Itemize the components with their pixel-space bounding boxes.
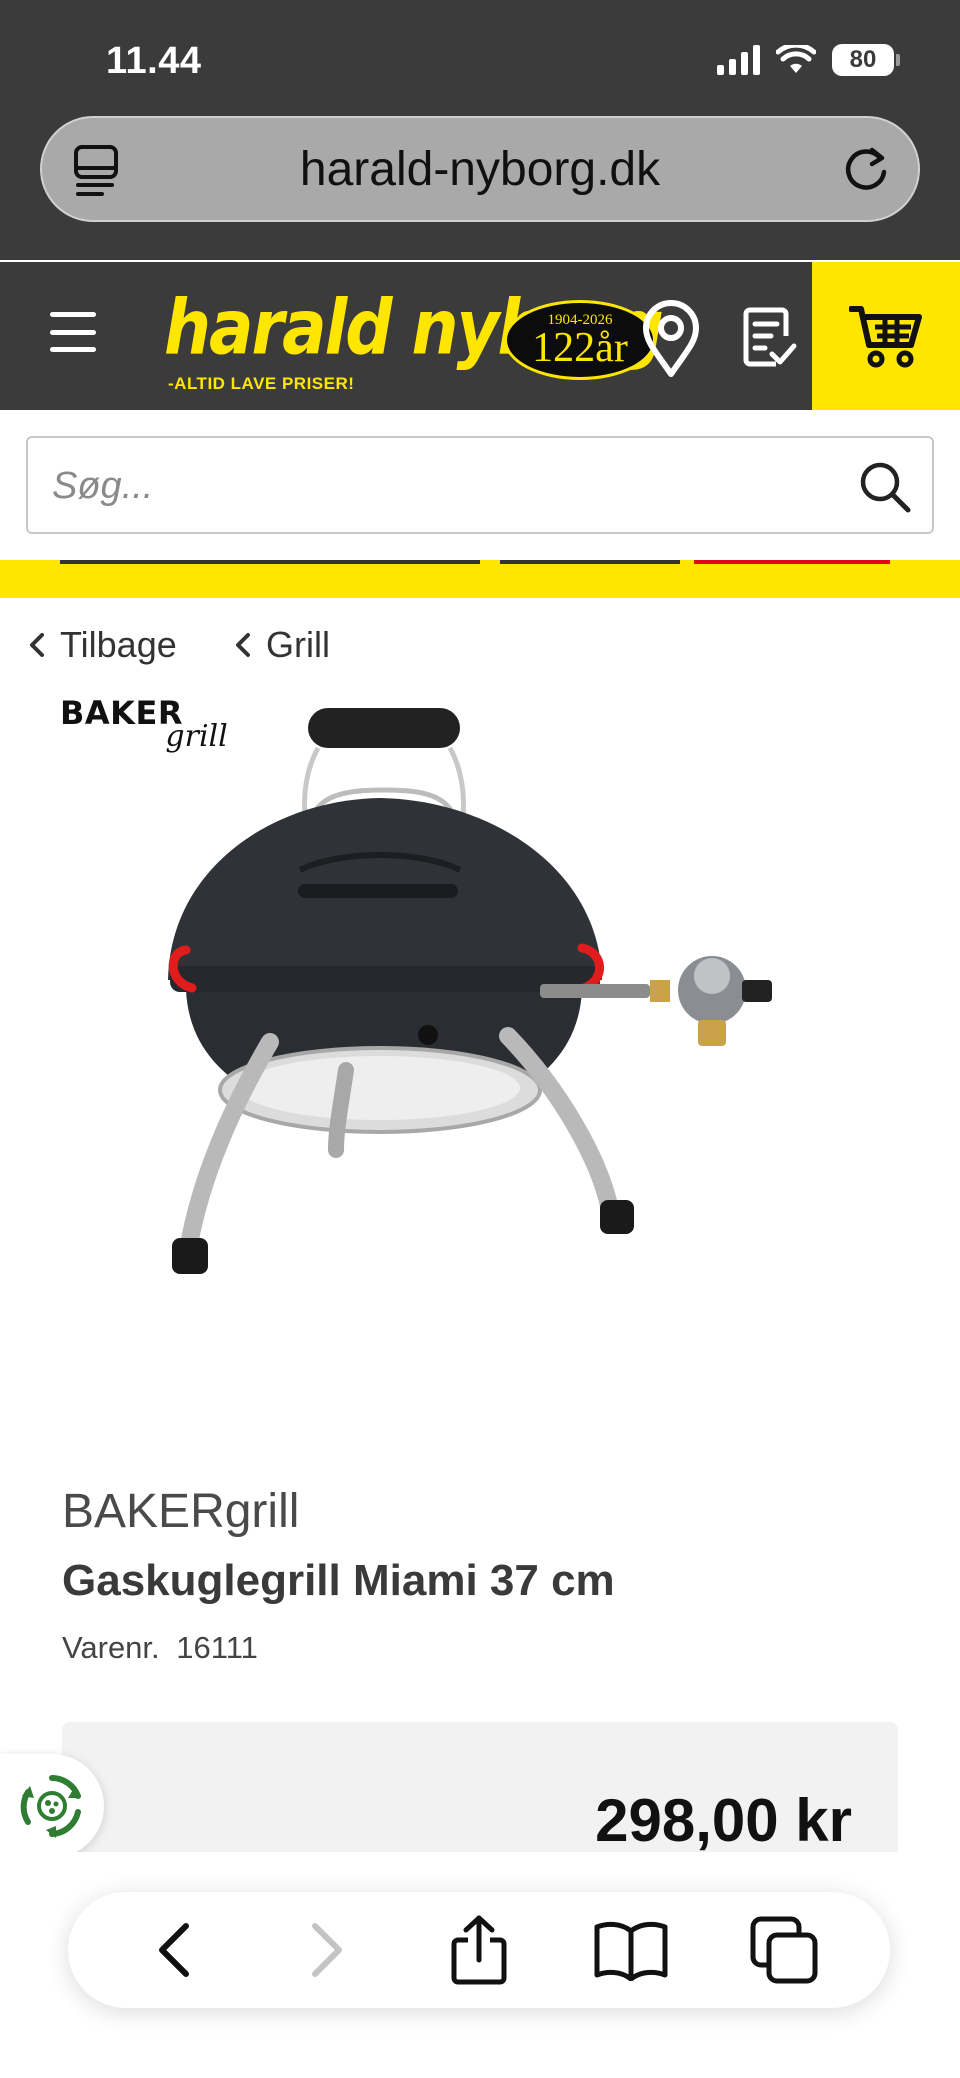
address-bar[interactable]: harald-nyborg.dk <box>40 116 920 222</box>
bookmarks-button[interactable] <box>586 1905 676 1995</box>
chevron-left-icon <box>30 633 44 657</box>
back-link[interactable]: Tilbage <box>28 624 177 666</box>
product-sku: Varenr. 16111 <box>62 1630 258 1666</box>
page-menu-icon[interactable] <box>72 144 124 198</box>
checklist-icon[interactable] <box>740 306 798 370</box>
reload-icon[interactable] <box>838 142 894 198</box>
location-pin-icon[interactable] <box>638 300 704 378</box>
cellular-signal-icon <box>717 45 760 75</box>
forward-icon <box>311 1923 342 1977</box>
menu-icon[interactable] <box>50 312 96 352</box>
site-header: harald nyborg -ALTID LAVE PRISER! 1904-2… <box>0 262 960 410</box>
sku-value: 16111 <box>176 1630 258 1665</box>
url-text: harald-nyborg.dk <box>299 142 661 196</box>
status-icons: 80 <box>717 44 900 76</box>
chevron-left-icon <box>236 633 250 657</box>
category-label: Grill <box>266 624 330 665</box>
product-title: Gaskuglegrill Miami 37 cm <box>62 1556 615 1605</box>
anniversary-number: 122år <box>532 324 628 371</box>
cart-button[interactable] <box>812 262 960 410</box>
anniversary-badge: 1904-2026 122år <box>504 300 656 380</box>
back-icon <box>159 1923 190 1977</box>
recycle-widget[interactable] <box>0 1754 104 1858</box>
browser-chrome: 11.44 80 harald-nyborg.dk <box>0 0 960 260</box>
bookmarks-icon <box>594 1921 668 1981</box>
browser-toolbar <box>68 1892 890 2008</box>
recycle-icon <box>20 1775 81 1838</box>
product-brand[interactable]: BAKERgrill <box>62 1484 299 1539</box>
product-price: 298,00 kr <box>595 1787 852 1854</box>
battery-icon: 80 <box>832 44 900 76</box>
cart-icon <box>849 306 922 368</box>
tabs-icon <box>750 1916 818 1984</box>
battery-level: 80 <box>832 44 894 76</box>
search-icon[interactable] <box>858 460 912 514</box>
tabs-button[interactable] <box>739 1905 829 1995</box>
logo-tagline: -ALTID LAVE PRISER! <box>168 374 355 393</box>
back-label: Tilbage <box>60 624 177 665</box>
share-button[interactable] <box>434 1905 524 1995</box>
wifi-icon <box>776 45 816 73</box>
share-icon <box>451 1915 507 1985</box>
breadcrumb-category-link[interactable]: Grill <box>234 624 330 666</box>
search-field[interactable] <box>26 436 934 534</box>
status-time: 11.44 <box>106 40 202 82</box>
price-panel: 298,00 kr <box>62 1722 898 1854</box>
product-image[interactable] <box>0 690 960 1370</box>
search-input[interactable] <box>52 458 832 514</box>
forward-button[interactable] <box>282 1905 372 1995</box>
promo-banner[interactable] <box>0 560 960 598</box>
back-button[interactable] <box>129 1905 219 1995</box>
sku-label: Varenr. <box>62 1630 160 1665</box>
